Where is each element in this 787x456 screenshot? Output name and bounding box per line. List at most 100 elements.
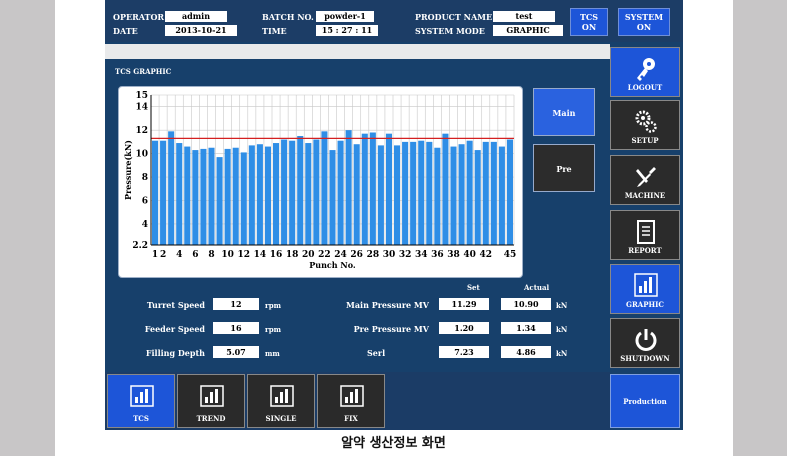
x-tick-label: 22 xyxy=(318,250,331,260)
hmi-screen: OPERATOR admin DATE 2013-10-21 BATCH NO.… xyxy=(105,0,683,430)
bar xyxy=(200,148,207,245)
bar xyxy=(240,152,247,245)
x-tick-label: 14 xyxy=(254,250,267,260)
bar xyxy=(289,140,296,245)
left-margin xyxy=(0,0,55,456)
pre-pressure-unit: kN xyxy=(556,325,568,334)
filling-depth-value: 5.07 xyxy=(213,346,259,358)
graphic-label: GRAPHIC xyxy=(626,300,664,309)
filling-depth-unit: mm xyxy=(265,349,280,358)
tab-trend[interactable]: TREND xyxy=(177,374,245,428)
actual-header: Actual xyxy=(524,283,550,292)
x-tick-label: 6 xyxy=(192,250,198,260)
x-tick-label: 16 xyxy=(270,250,283,260)
logout-button[interactable]: LOGOUT xyxy=(610,47,680,97)
shutdown-button[interactable]: SHUTDOWN xyxy=(610,318,680,368)
main-pressure-set: 11.29 xyxy=(439,298,489,310)
bar xyxy=(394,145,401,245)
product-value: test xyxy=(493,11,555,22)
product-label: PRODUCT NAME xyxy=(415,12,493,22)
bar xyxy=(385,133,392,245)
bar xyxy=(361,133,368,245)
feeder-speed-value: 16 xyxy=(213,322,259,334)
shutdown-label: SHUTDOWN xyxy=(620,354,670,363)
bar xyxy=(482,141,489,245)
bar xyxy=(498,146,505,245)
x-tick-label: 38 xyxy=(447,250,460,260)
setup-button[interactable]: SETUP xyxy=(610,100,680,150)
x-tick-label: 34 xyxy=(415,250,428,260)
info-strip xyxy=(105,44,610,59)
production-button[interactable]: Production xyxy=(610,374,680,428)
bar-chart-icon xyxy=(270,385,294,407)
logout-label: LOGOUT xyxy=(627,83,663,92)
x-tick-label: 30 xyxy=(383,250,396,260)
tcs-on-button[interactable]: TCS ON xyxy=(570,8,608,36)
pre-pressure-actual: 1.34 xyxy=(501,322,551,334)
y-axis-label: Pressure(kN) xyxy=(123,140,133,200)
pre-toggle-button[interactable]: Pre xyxy=(533,144,595,192)
serl-set: 7.23 xyxy=(439,346,489,358)
system-on-line2: ON xyxy=(636,22,652,32)
bar-chart-icon xyxy=(340,385,364,407)
x-tick-label: 26 xyxy=(350,250,363,260)
bar xyxy=(232,147,239,245)
date-label: DATE xyxy=(113,26,138,36)
bar xyxy=(248,145,255,245)
tab-tcs[interactable]: TCS xyxy=(107,374,175,428)
setup-label: SETUP xyxy=(631,136,659,145)
pre-pressure-set: 1.20 xyxy=(439,322,489,334)
serl-label: Serl xyxy=(367,348,386,358)
x-tick-label: 8 xyxy=(208,250,214,260)
bar xyxy=(192,150,199,245)
bar xyxy=(256,144,263,245)
y-tick-label: 4 xyxy=(142,220,148,230)
filling-depth-label: Filling Depth xyxy=(145,348,205,358)
bar xyxy=(264,146,271,245)
bar xyxy=(434,147,441,245)
bar xyxy=(369,132,376,245)
bar xyxy=(273,143,280,245)
bar xyxy=(208,147,215,245)
tab-single[interactable]: SINGLE xyxy=(247,374,315,428)
turret-speed-unit: rpm xyxy=(265,301,281,310)
bar xyxy=(418,140,425,245)
bar xyxy=(321,131,328,245)
system-on-button[interactable]: SYSTEM ON xyxy=(618,8,670,36)
main-toggle-button[interactable]: Main xyxy=(533,88,595,136)
bar xyxy=(402,141,409,245)
date-value: 2013-10-21 xyxy=(165,25,237,36)
x-tick-label: 36 xyxy=(431,250,444,260)
y-tick-label: 14 xyxy=(135,103,148,113)
bar xyxy=(184,146,191,245)
x-tick-label: 45 xyxy=(504,250,517,260)
bar xyxy=(168,131,175,245)
graphic-button[interactable]: GRAPHIC xyxy=(610,264,680,314)
y-tick-label: 10 xyxy=(135,150,148,160)
figure-caption: 알약 생산정보 화면 xyxy=(341,436,446,451)
machine-label: MACHINE xyxy=(624,191,666,200)
main-pressure-unit: kN xyxy=(556,301,568,310)
header-bar: OPERATOR admin DATE 2013-10-21 BATCH NO.… xyxy=(105,0,683,42)
x-tick-label: 32 xyxy=(399,250,412,260)
y-tick-label: 12 xyxy=(135,126,148,136)
x-axis-label: Punch No. xyxy=(309,260,356,270)
power-icon xyxy=(635,329,657,351)
bar-chart-icon xyxy=(200,385,224,407)
feeder-speed-unit: rpm xyxy=(265,325,281,334)
x-tick-label: 20 xyxy=(302,250,315,260)
right-margin xyxy=(733,0,787,456)
wrench-icon xyxy=(636,167,656,187)
serl-unit: kN xyxy=(556,349,568,358)
report-button[interactable]: REPORT xyxy=(610,210,680,260)
bar xyxy=(176,143,183,245)
bar xyxy=(337,140,344,245)
tab-fix[interactable]: FIX xyxy=(317,374,385,428)
bar xyxy=(281,139,288,245)
machine-button[interactable]: MACHINE xyxy=(610,155,680,205)
tcs-on-line2: ON xyxy=(581,22,597,32)
tab-fix-label: FIX xyxy=(344,414,358,423)
screen-title: TCS GRAPHIC xyxy=(115,67,172,76)
y-tick-label: 15 xyxy=(135,91,148,101)
bar xyxy=(353,144,360,245)
